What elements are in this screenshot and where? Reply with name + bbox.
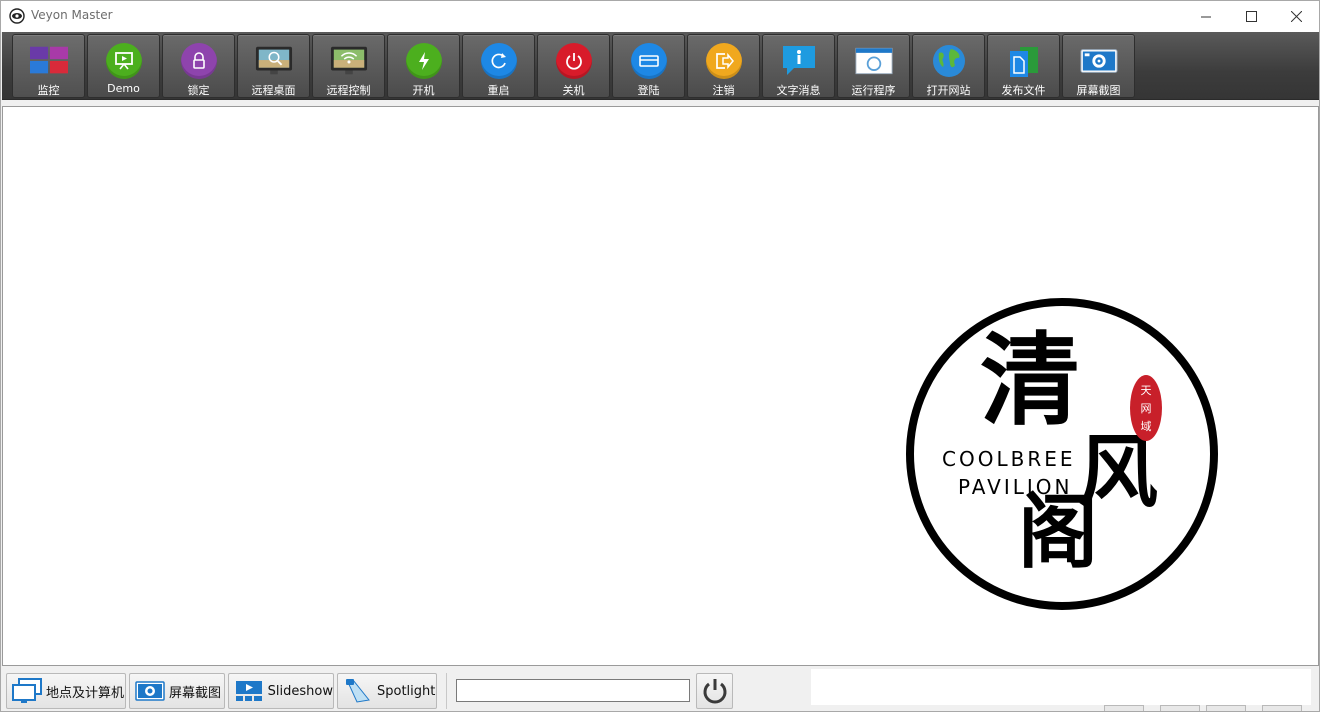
- power-off-icon: [555, 42, 593, 80]
- toolbar-button-text-message[interactable]: 文字消息: [762, 34, 835, 98]
- toolbar-button-screenshot[interactable]: 屏幕截图: [1062, 34, 1135, 98]
- close-icon: [1290, 11, 1302, 22]
- power-icon: [703, 679, 726, 704]
- toolbar-button-power-on[interactable]: 开机: [387, 34, 460, 98]
- bottom-button-label: Slideshow: [267, 683, 333, 699]
- bottom-bar: 地点及计算机 屏幕截图 Slideshow Spotlight: [2, 669, 1319, 711]
- minimize-button[interactable]: [1183, 1, 1229, 32]
- bottom-right-panel: [811, 669, 1311, 705]
- computers-icon: [11, 677, 43, 705]
- toolbar-button-monitor[interactable]: 监控: [12, 34, 85, 98]
- toolbar-button-remote-view[interactable]: 远程桌面: [237, 34, 310, 98]
- toolbar-label: 登陆: [637, 84, 660, 97]
- toolbar-label: 运行程序: [851, 84, 896, 97]
- remote-control-icon: [330, 42, 368, 80]
- seal-char-1: 天: [1141, 384, 1152, 397]
- toolbar-label: 注销: [712, 84, 735, 97]
- computer-filter-input[interactable]: [456, 679, 690, 702]
- toolbar-label: 文字消息: [776, 84, 821, 97]
- toolbar-label: 重启: [487, 84, 510, 97]
- toolbar-label: 发布文件: [1001, 84, 1046, 97]
- bottom-button-label: Spotlight: [377, 683, 436, 699]
- logo-text-coolbree: COOLBREE: [942, 447, 1075, 471]
- logo-text-pavilion: PAVILION: [958, 475, 1073, 499]
- app-window: Veyon Master 监控 Demo 锁定 远程桌面 远程控制 开机 重启 …: [0, 0, 1320, 712]
- bottom-right-button[interactable]: [1206, 705, 1246, 711]
- bottom-right-button[interactable]: [1262, 705, 1302, 711]
- close-button[interactable]: [1273, 1, 1319, 32]
- open-website-icon: [930, 42, 968, 80]
- bottom-right-button[interactable]: [1104, 705, 1144, 711]
- transfer-file-icon: [1005, 42, 1043, 80]
- toolbar-button-power-off[interactable]: 关机: [537, 34, 610, 98]
- toolbar-label: 远程控制: [326, 84, 371, 97]
- screenshots-button[interactable]: 屏幕截图: [129, 673, 225, 709]
- title-bar: Veyon Master: [1, 1, 1319, 32]
- toolbar-button-reboot[interactable]: 重启: [462, 34, 535, 98]
- reboot-icon: [480, 42, 518, 80]
- window-title: Veyon Master: [31, 8, 113, 22]
- power-on-icon: [405, 42, 443, 80]
- logo-char-ge: 阁: [1018, 485, 1098, 579]
- screenshot-icon: [1080, 42, 1118, 80]
- bottom-separator: [446, 673, 447, 709]
- toolbar-button-demo[interactable]: Demo: [87, 34, 160, 98]
- toolbar-label: 关机: [562, 84, 585, 97]
- logo-char-qing: 清: [980, 321, 1080, 439]
- spotlight-icon: [342, 677, 374, 705]
- run-program-icon: [855, 42, 893, 80]
- slideshow-icon: [233, 677, 265, 705]
- toolbar-button-remote-control[interactable]: 远程控制: [312, 34, 385, 98]
- toolbar-button-lock[interactable]: 锁定: [162, 34, 235, 98]
- toolbar-label: 远程桌面: [251, 84, 296, 97]
- toolbar-button-logon[interactable]: 登陆: [612, 34, 685, 98]
- spotlight-button[interactable]: Spotlight: [337, 673, 437, 709]
- toolbar-button-run-program[interactable]: 运行程序: [837, 34, 910, 98]
- screenshot-icon: [134, 677, 166, 705]
- show-powered-on-toggle[interactable]: [696, 673, 733, 709]
- logout-icon: [705, 42, 743, 80]
- toolbar-label: 开机: [412, 84, 435, 97]
- feature-toolbar: 监控 Demo 锁定 远程桌面 远程控制 开机 重启 关机 登陆 注销 文字消息…: [2, 32, 1319, 100]
- toolbar-label: 锁定: [187, 84, 210, 97]
- red-seal-icon: 天 网 域: [1130, 375, 1162, 441]
- bottom-button-label: 地点及计算机: [46, 685, 125, 701]
- slideshow-button[interactable]: Slideshow: [228, 673, 334, 709]
- toolbar-label: 监控: [37, 84, 60, 97]
- seal-char-2: 网: [1141, 402, 1152, 415]
- text-message-icon: [780, 42, 818, 80]
- toolbar-label: 打开网站: [926, 84, 971, 97]
- bottom-button-label: 屏幕截图: [169, 685, 222, 701]
- logon-icon: [630, 42, 668, 80]
- bottom-right-button[interactable]: [1160, 705, 1200, 711]
- veyon-eye-icon: [9, 8, 25, 24]
- coolbree-pavilion-logo: 清 风 阁 COOLBREE PAVILION 天 网 域: [906, 298, 1218, 610]
- monitor-grid-icon: [30, 42, 68, 80]
- toolbar-label: Demo: [107, 82, 140, 95]
- toolbar-button-open-website[interactable]: 打开网站: [912, 34, 985, 98]
- minimize-icon: [1200, 16, 1211, 18]
- lock-icon: [180, 42, 218, 80]
- maximize-button[interactable]: [1228, 1, 1274, 32]
- toolbar-label: 屏幕截图: [1076, 84, 1121, 97]
- toolbar-button-logout[interactable]: 注销: [687, 34, 760, 98]
- maximize-icon: [1245, 11, 1257, 22]
- toolbar-button-transfer-file[interactable]: 发布文件: [987, 34, 1060, 98]
- seal-char-3: 域: [1141, 420, 1152, 433]
- remote-view-icon: [255, 42, 293, 80]
- demo-presentation-icon: [105, 42, 143, 80]
- locations-computers-button[interactable]: 地点及计算机: [6, 673, 126, 709]
